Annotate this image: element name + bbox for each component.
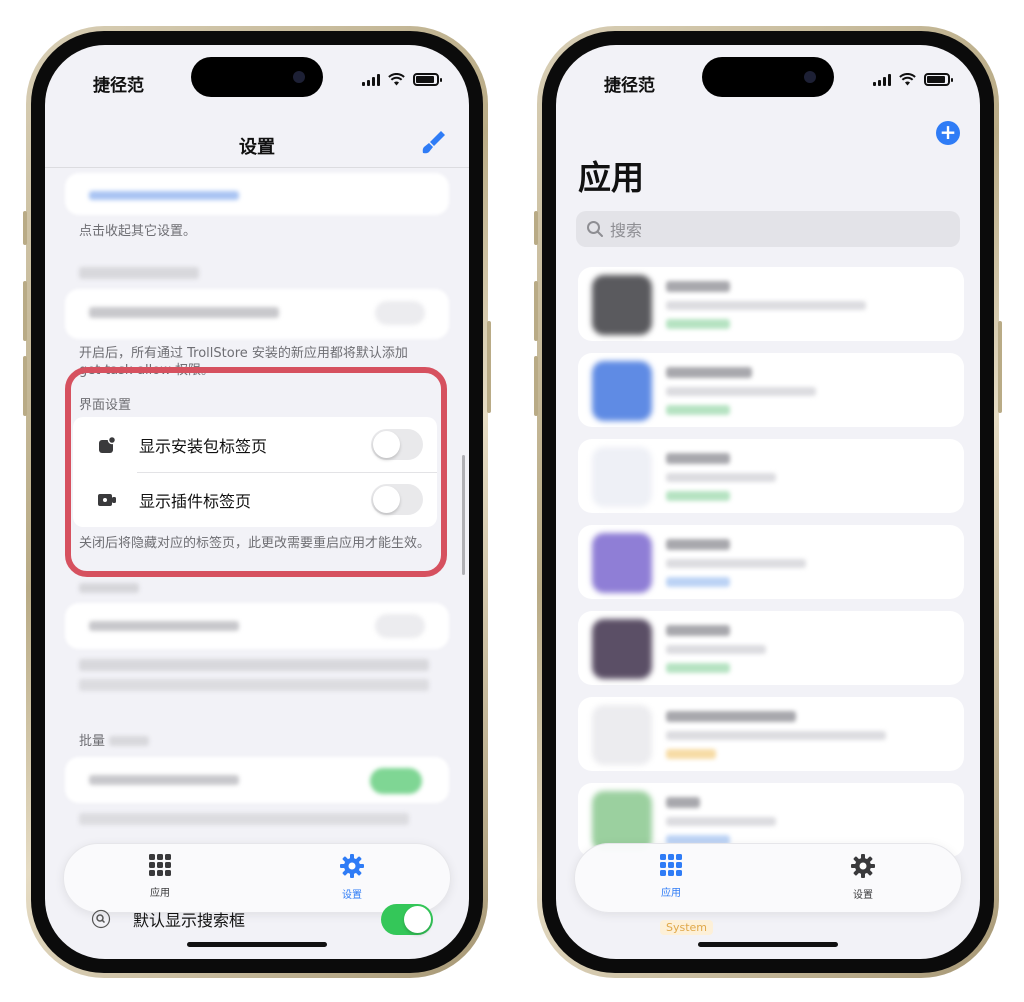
page-title: 应用 [578,158,644,197]
row-label: 默认显示搜索框 [133,911,246,930]
app-icon [592,791,652,851]
package-tab-toggle[interactable] [371,429,423,460]
app-list-item[interactable] [578,525,964,599]
row-default-show-search[interactable]: 默认显示搜索框 [65,897,449,941]
app-icon [592,275,652,335]
phone-bezel: 捷径范 设置 点击收起其它设置。 开启后，所有通过 TrollStore 安装的… [31,31,483,973]
battery-icon [924,73,953,86]
gear-icon [340,854,364,878]
blurred-toggle-on [370,768,422,794]
apps-screen: 捷径范 + 应用 搜索 应用 设置 System [556,45,980,959]
tab-label: 设置 [853,890,873,901]
status-bar: 捷径范 [45,45,469,105]
settings-screen: 捷径范 设置 点击收起其它设置。 开启后，所有通过 TrollStore 安装的… [45,45,469,959]
add-app-button[interactable]: + [936,121,960,145]
tab-apps[interactable]: 应用 [631,854,711,899]
collapse-footnote: 点击收起其它设置。 [79,224,197,239]
page-title: 设置 [239,137,275,158]
phone-apps: 捷径范 + 应用 搜索 应用 设置 System [534,26,1002,978]
interface-settings-group: 显示安装包标签页 显示插件标签页 [73,417,437,527]
blurred-text [89,775,239,785]
row-label: 显示插件标签页 [139,491,252,511]
grid-icon [149,854,171,876]
grid-icon [660,854,682,876]
blurred-toggle [375,614,425,638]
blurred-section-label [79,267,199,279]
blurred-text [79,659,429,671]
section-footer: 关闭后将隐藏对应的标签页，此更改需要重启应用才能生效。 [79,536,431,551]
home-indicator [698,942,838,947]
blurred-text [89,621,239,631]
app-icon [592,619,652,679]
dynamic-island [702,57,834,97]
app-icon [592,447,652,507]
home-indicator [187,942,327,947]
blurred-text [89,307,279,318]
volume-down-button [23,356,27,416]
carrier-label: 捷径范 [93,76,144,96]
wifi-icon [899,73,916,86]
app-list-item[interactable] [578,697,964,771]
app-list-item[interactable] [578,439,964,513]
search-icon [587,221,603,237]
app-icon [592,361,652,421]
search-placeholder: 搜索 [610,221,643,240]
blurred-text [79,679,429,691]
volume-up-button [534,281,538,341]
nav-divider [45,167,469,168]
tab-apps[interactable]: 应用 [120,854,200,899]
blurred-toggle [375,301,425,325]
brush-icon[interactable] [421,129,447,155]
camera-icon [293,71,305,83]
action-button [23,211,27,245]
package-icon [97,435,117,455]
app-icon [592,705,652,765]
volume-down-button [534,356,538,416]
blurred-section-label [79,583,139,593]
power-button [998,321,1002,413]
signal-icon [873,74,891,86]
system-badge: System [660,920,714,935]
status-bar: 捷径范 [556,45,980,105]
signal-icon [362,74,380,86]
carrier-label: 捷径范 [604,76,655,96]
blurred-text [109,736,149,746]
plugin-tab-toggle[interactable] [371,484,423,515]
gear-icon [851,854,875,878]
dynamic-island [191,57,323,97]
status-icons [362,73,442,86]
app-list-item[interactable] [578,267,964,341]
app-icon [592,533,652,593]
camera-icon [804,71,816,83]
blurred-text [79,813,409,825]
tab-bar: 应用 设置 [574,843,962,913]
volume-up-button [23,281,27,341]
battery-icon [413,73,442,86]
tab-settings[interactable]: 设置 [312,854,392,901]
phone-settings: 捷径范 设置 点击收起其它设置。 开启后，所有通过 TrollStore 安装的… [23,26,491,978]
tab-label: 应用 [661,888,681,899]
wifi-icon [388,73,405,86]
scrollbar[interactable] [462,455,465,575]
search-input[interactable]: 搜索 [576,211,960,247]
search-toggle[interactable] [381,904,433,935]
tab-settings[interactable]: 设置 [823,854,903,901]
search-icon [91,909,111,929]
row-show-plugin-tab[interactable]: 显示插件标签页 [73,472,437,527]
phone-bezel: 捷径范 + 应用 搜索 应用 设置 System [542,31,994,973]
status-icons [873,73,953,86]
app-list-item[interactable] [578,611,964,685]
plugin-icon [97,490,117,510]
app-list-item[interactable] [578,353,964,427]
blurred-text [89,191,239,200]
section-label: 界面设置 [79,398,132,413]
row-show-package-tab[interactable]: 显示安装包标签页 [73,417,437,473]
action-button [534,211,538,245]
row-label: 显示安装包标签页 [139,436,268,456]
power-button [487,321,491,413]
